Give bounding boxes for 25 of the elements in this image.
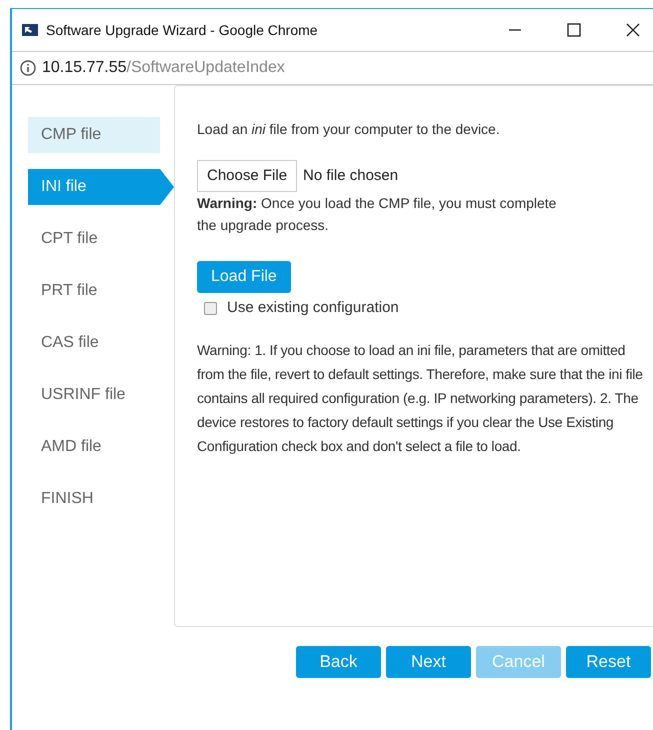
wizard-step[interactable]: INI file xyxy=(28,169,174,205)
load-file-button[interactable]: Load File xyxy=(197,261,291,293)
wizard-step[interactable]: AMD file xyxy=(28,429,160,465)
wizard-step[interactable]: CPT file xyxy=(28,221,160,257)
warning-note: Warning: 1. If you choose to load an ini file, parameters that are omitted from the file, revert to default settings. Therefore, make sure that the ini file contains all required configuration (e.g. IP networking parameters). 2. The device restores to factory default settings if you clear the Use Existing Configuration check box and don't select a file to load. xyxy=(197,340,644,456)
wizard-step[interactable]: CMP file xyxy=(28,117,160,153)
wizard-step[interactable]: USRINF file xyxy=(28,377,160,413)
wizard-step[interactable]: CAS file xyxy=(28,325,160,361)
choose-file-button[interactable]: Choose File xyxy=(197,160,298,192)
info-icon[interactable] xyxy=(20,60,36,76)
app-logo-icon xyxy=(22,24,38,36)
warning-text: Warning: Once you load the CMP file, you must complete the upgrade process. xyxy=(197,194,558,235)
wizard-step[interactable]: PRT file xyxy=(28,273,160,309)
checkbox-label: Use existing configuration xyxy=(227,298,399,318)
checkbox[interactable] xyxy=(204,302,217,315)
address-field[interactable]: 10.15.77.55/SoftwareUpdateIndex xyxy=(42,56,285,80)
wizard-button[interactable]: Back xyxy=(296,646,381,678)
wizard-button[interactable]: Reset xyxy=(566,646,651,678)
wizard-button[interactable]: Next xyxy=(386,646,471,678)
window-title: Software Upgrade Wizard - Google Chrome xyxy=(46,20,318,40)
file-status: No file chosen xyxy=(303,166,398,186)
wizard-step[interactable]: FINISH xyxy=(28,481,160,517)
close-icon[interactable] xyxy=(626,23,640,37)
intro-text: Load an ini file from your computer to the device. xyxy=(197,120,501,139)
maximize-icon[interactable] xyxy=(567,23,581,37)
